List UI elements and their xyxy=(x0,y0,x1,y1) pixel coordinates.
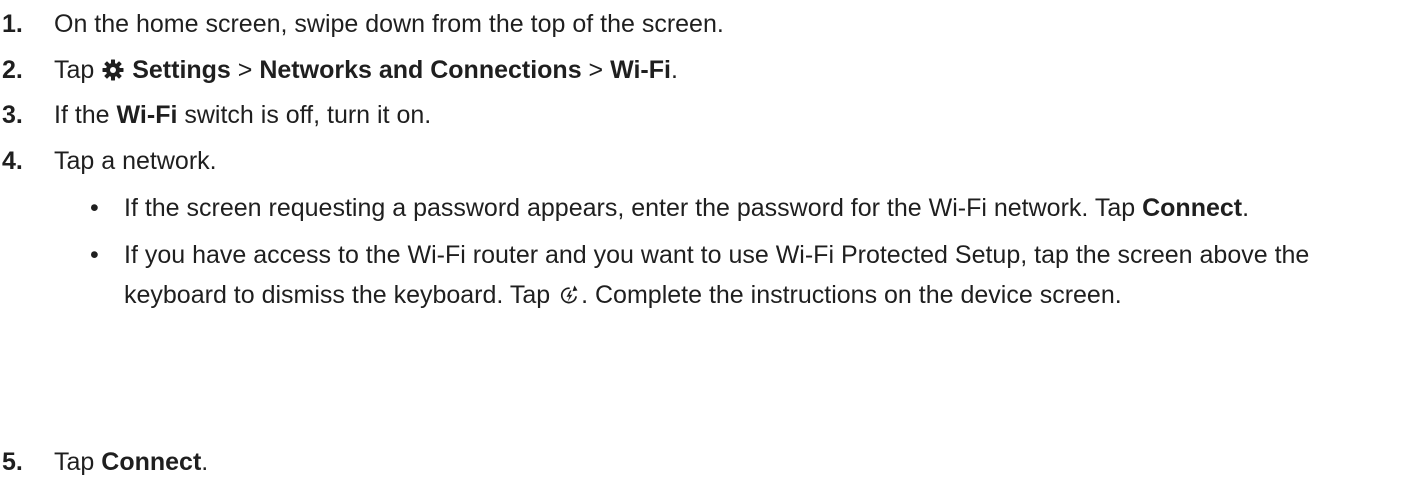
wifi-label: Wi-Fi xyxy=(116,101,178,129)
bullet-text: If the screen requesting a password appe… xyxy=(124,194,1143,222)
connect-label: Connect xyxy=(101,448,202,476)
period: . xyxy=(670,56,678,84)
step-2: 2. Tap Settings > Networks and Connectio… xyxy=(0,54,678,87)
separator: > xyxy=(581,56,611,84)
step-text-suffix: switch is off, turn it on. xyxy=(177,101,432,129)
step-number: 3. xyxy=(2,101,23,129)
step-text: Tap a network. xyxy=(54,147,217,175)
separator: > xyxy=(230,56,260,84)
step-text-prefix: Tap xyxy=(54,56,102,84)
step-number: 2. xyxy=(2,56,23,84)
step-text-prefix: Tap xyxy=(54,448,102,476)
period: . xyxy=(201,448,209,476)
step-4: 4. Tap a network. xyxy=(0,145,217,178)
step-number: 1. xyxy=(2,10,23,38)
bullet-dot: • xyxy=(90,194,99,222)
gear-icon xyxy=(102,59,124,81)
period: . xyxy=(1242,194,1250,222)
bullet-text: . Complete the instructions on the devic… xyxy=(581,281,1122,309)
settings-label: Settings xyxy=(132,56,231,84)
step-5: 5. Tap Connect. xyxy=(0,446,208,479)
wifi-label: Wi-Fi xyxy=(610,56,671,84)
bullet-dot: • xyxy=(90,241,99,269)
bullet-item-password: • If the screen requesting a password ap… xyxy=(88,192,1378,225)
bullet-item-wps: • If you have access to the Wi-Fi router… xyxy=(88,235,1378,315)
networks-label: Networks and Connections xyxy=(259,56,582,84)
step-text: On the home screen, swipe down from the … xyxy=(54,10,724,38)
step-1: 1. On the home screen, swipe down from t… xyxy=(0,8,724,41)
step-text-prefix: If the xyxy=(54,101,117,129)
step-3: 3. If the Wi-Fi switch is off, turn it o… xyxy=(0,99,431,132)
wps-icon xyxy=(561,285,578,304)
step-number: 4. xyxy=(2,147,23,175)
step-number: 5. xyxy=(2,448,23,476)
step-4-bullets: • If the screen requesting a password ap… xyxy=(88,192,1378,315)
connect-label: Connect xyxy=(1142,194,1243,222)
